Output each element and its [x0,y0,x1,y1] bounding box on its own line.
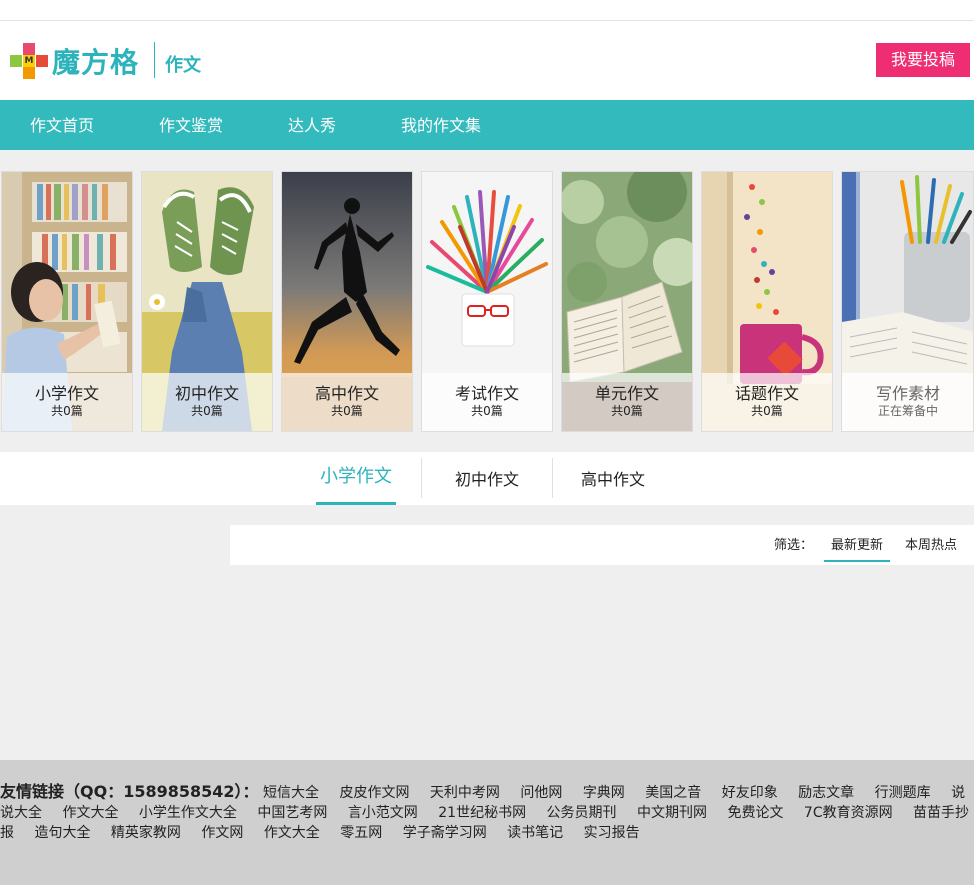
logo-cube-icon: M [10,43,48,79]
category-count: 共0篇 [191,404,223,418]
category-label: 高中作文 共0篇 [282,373,412,431]
category-label: 话题作文 共0篇 [702,373,832,431]
nav-item-home[interactable]: 作文首页 [30,100,94,150]
category-count: 共0篇 [611,404,643,418]
category-title: 考试作文 [454,384,519,403]
friend-link[interactable]: 小学生作文大全 [139,805,237,821]
category-count: 共0篇 [331,404,363,418]
top-strip [0,0,974,21]
friend-link[interactable]: 励志文章 [798,785,854,801]
category-title: 话题作文 [734,384,799,403]
friend-link[interactable]: 读书笔记 [507,825,563,841]
friend-links: 友情链接（QQ：1589858542）： 短信大全 皮皮作文网 天利中考网 问他… [0,782,974,843]
nav-item-my-collection[interactable]: 我的作文集 [401,100,481,150]
category-label: 小学作文 共0篇 [2,373,132,431]
tab-senior[interactable]: 高中作文 [572,452,654,505]
friend-link[interactable]: 7C教育资源网 [804,805,893,821]
submit-article-button[interactable]: 我要投稿 [876,43,970,77]
category-title: 初中作文 [174,384,239,403]
logo-mark-letter: M [23,55,35,67]
category-card-topic[interactable]: 话题作文 共0篇 [701,171,833,432]
filter-latest[interactable]: 最新更新 [824,525,890,562]
tab-divider [421,458,422,498]
header: M 魔方格 作文 我要投稿 [0,21,974,100]
friend-link[interactable]: 好友印象 [722,785,778,801]
friend-links-heading: 友情链接（QQ：1589858542）： [0,782,259,801]
friend-link[interactable]: 言小范文网 [348,805,418,821]
friend-link[interactable]: 行测题库 [875,785,931,801]
friend-link[interactable]: 公务员期刊 [547,805,617,821]
category-card-exam[interactable]: 考试作文 共0篇 [421,171,553,432]
category-count: 正在筹备中 [877,404,938,418]
category-card-senior[interactable]: 高中作文 共0篇 [281,171,413,432]
category-label: 考试作文 共0篇 [422,373,552,431]
friend-link[interactable]: 作文大全 [62,805,118,821]
category-label: 单元作文 共0篇 [562,373,692,431]
friend-link[interactable]: 作文网 [201,825,243,841]
category-label: 初中作文 共0篇 [142,373,272,431]
category-count: 共0篇 [51,404,83,418]
friend-link[interactable]: 实习报告 [584,825,640,841]
nav-item-appreciation[interactable]: 作文鉴赏 [159,100,223,150]
section-title: 作文 [165,55,201,76]
category-title: 小学作文 [34,384,99,403]
footer: 友情链接（QQ：1589858542）： 短信大全 皮皮作文网 天利中考网 问他… [0,760,974,885]
category-cards: 小学作文 共0篇 初中作文 共0篇 高中作文 共0篇 考试作文 共0篇 单元作文… [0,171,974,432]
friend-link[interactable]: 天利中考网 [430,785,500,801]
friend-link[interactable]: 精英家教网 [111,825,181,841]
friend-link[interactable]: 零五网 [340,825,382,841]
friend-link[interactable]: 美国之音 [645,785,701,801]
category-count: 共0篇 [471,404,503,418]
friend-link[interactable]: 造句大全 [34,825,90,841]
grade-tabs: 小学作文 初中作文 高中作文 [0,452,974,505]
friend-link[interactable]: 免费论文 [727,805,783,821]
friend-link[interactable]: 中国艺考网 [257,805,327,821]
filter-label: 筛选： [774,538,814,553]
logo[interactable]: M 魔方格 [10,43,139,79]
friend-link[interactable]: 作文大全 [264,825,320,841]
friend-link[interactable]: 问他网 [520,785,562,801]
category-card-material[interactable]: 写作素材 正在筹备中 [841,171,974,432]
tab-primary[interactable]: 小学作文 [316,452,396,505]
category-card-junior[interactable]: 初中作文 共0篇 [141,171,273,432]
nav-item-showcase[interactable]: 达人秀 [288,100,336,150]
category-title: 单元作文 [594,384,659,403]
friend-link[interactable]: 中文期刊网 [637,805,707,821]
friend-link[interactable]: 学子斋学习网 [403,825,487,841]
category-title: 高中作文 [314,384,379,403]
tab-divider [552,458,553,498]
friend-link[interactable]: 21世纪秘书网 [438,805,526,821]
main-nav: 作文首页 作文鉴赏 达人秀 我的作文集 [0,100,974,150]
filter-bar: 筛选： 最新更新 本周热点 [230,525,974,565]
friend-link[interactable]: 皮皮作文网 [339,785,409,801]
category-card-primary[interactable]: 小学作文 共0篇 [1,171,133,432]
category-count: 共0篇 [751,404,783,418]
category-card-unit[interactable]: 单元作文 共0篇 [561,171,693,432]
logo-text: 魔方格 [52,46,140,79]
friend-link[interactable]: 短信大全 [263,785,319,801]
tab-junior[interactable]: 初中作文 [446,452,528,505]
logo-divider [154,42,155,78]
filter-weekly-hot[interactable]: 本周热点 [898,525,964,562]
friend-link[interactable]: 字典网 [583,785,625,801]
category-label: 写作素材 正在筹备中 [842,373,973,431]
category-title: 写作素材 [875,384,940,403]
footer-copyright-cut [230,878,790,885]
